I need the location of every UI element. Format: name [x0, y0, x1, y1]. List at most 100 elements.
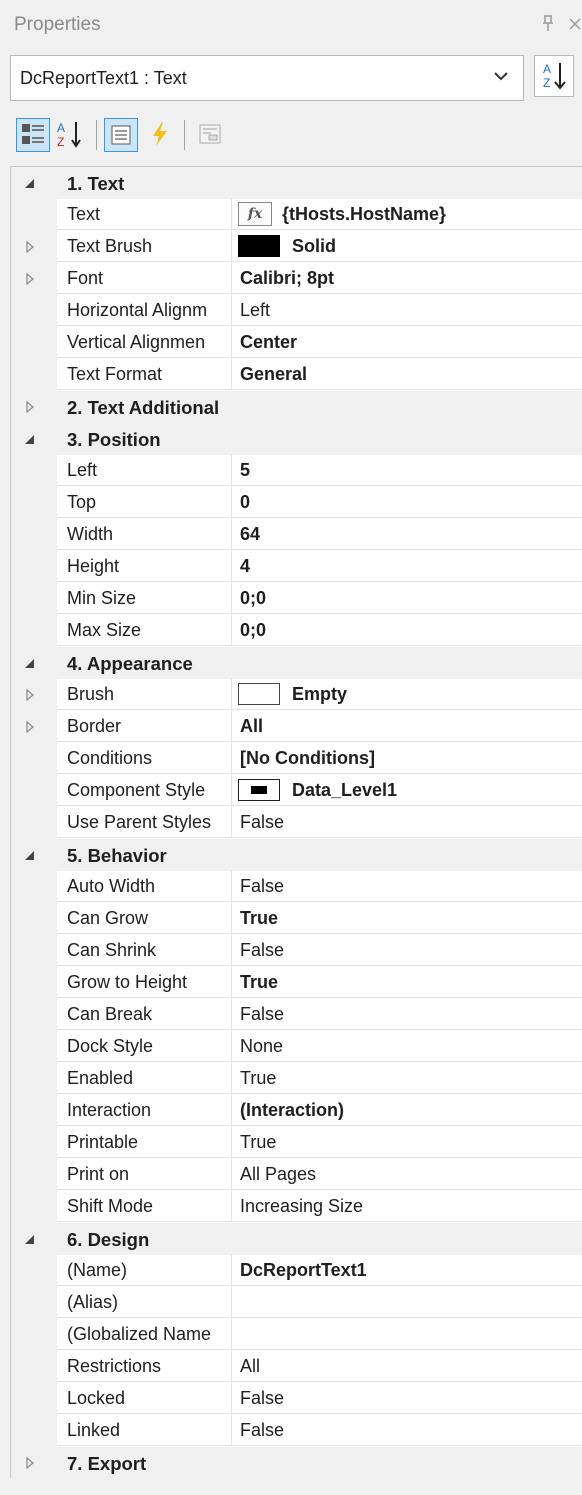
property-row[interactable]: Auto Width False	[11, 871, 582, 903]
object-selector[interactable]: DcReportText1 : Text	[10, 55, 524, 101]
category-row[interactable]: 4. Appearance	[11, 647, 582, 679]
expand-triangle-icon[interactable]	[21, 686, 39, 704]
property-value[interactable]: None	[232, 1031, 582, 1062]
property-value[interactable]: fx {tHosts.HostName}	[232, 199, 582, 230]
property-value[interactable]: False	[232, 999, 582, 1030]
property-row[interactable]: Border All	[11, 711, 582, 743]
alphabetical-button[interactable]: A Z	[54, 118, 88, 152]
property-row[interactable]: Height 4	[11, 551, 582, 583]
property-row[interactable]: Printable True	[11, 1127, 582, 1159]
property-row[interactable]: Use Parent Styles False	[11, 807, 582, 839]
property-value[interactable]: Left	[232, 295, 582, 326]
property-value[interactable]: All	[232, 711, 582, 742]
property-row[interactable]: Brush Empty	[11, 679, 582, 711]
property-value[interactable]: False	[232, 935, 582, 966]
category-row[interactable]: 2. Text Additional	[11, 391, 582, 423]
property-row[interactable]: Left 5	[11, 455, 582, 487]
property-row[interactable]: Text fx {tHosts.HostName}	[11, 199, 582, 231]
property-value[interactable]: True	[232, 967, 582, 998]
collapse-triangle-icon[interactable]	[21, 1230, 39, 1248]
property-row[interactable]: Can Shrink False	[11, 935, 582, 967]
property-pages-button[interactable]	[194, 118, 228, 152]
category-row[interactable]: 3. Position	[11, 423, 582, 455]
property-row[interactable]: Vertical Alignmen Center	[11, 327, 582, 359]
property-row[interactable]: Text Brush Solid	[11, 231, 582, 263]
property-row[interactable]: Shift Mode Increasing Size	[11, 1191, 582, 1223]
property-row[interactable]: Min Size 0;0	[11, 583, 582, 615]
category-row[interactable]: 1. Text	[11, 167, 582, 199]
property-value[interactable]	[232, 1287, 582, 1318]
property-value[interactable]: Empty	[232, 679, 582, 710]
property-row[interactable]: Enabled True	[11, 1063, 582, 1095]
expand-triangle-icon[interactable]	[21, 270, 39, 288]
property-row[interactable]: Can Grow True	[11, 903, 582, 935]
collapse-triangle-icon[interactable]	[21, 846, 39, 864]
property-value[interactable]: Increasing Size	[232, 1191, 582, 1222]
events-button[interactable]	[144, 118, 178, 152]
property-value[interactable]: DcReportText1	[232, 1255, 582, 1286]
property-name: Dock Style	[57, 1031, 232, 1062]
expression-icon[interactable]: fx	[238, 202, 272, 226]
property-row[interactable]: Text Format General	[11, 359, 582, 391]
property-row[interactable]: (Name) DcReportText1	[11, 1255, 582, 1287]
property-row[interactable]: Dock Style None	[11, 1031, 582, 1063]
property-value[interactable]: 4	[232, 551, 582, 582]
property-value[interactable]: 0;0	[232, 615, 582, 646]
categorized-button[interactable]	[16, 118, 50, 152]
sort-button[interactable]: A Z	[534, 55, 574, 97]
property-value[interactable]: 0	[232, 487, 582, 518]
property-value[interactable]: 64	[232, 519, 582, 550]
property-row[interactable]: Conditions [No Conditions]	[11, 743, 582, 775]
property-row[interactable]: Linked False	[11, 1415, 582, 1447]
properties-button[interactable]	[104, 118, 138, 152]
property-row[interactable]: Font Calibri; 8pt	[11, 263, 582, 295]
property-value[interactable]: General	[232, 359, 582, 390]
property-value[interactable]: All Pages	[232, 1159, 582, 1190]
property-value[interactable]: True	[232, 1127, 582, 1158]
property-value-text: None	[240, 1036, 284, 1056]
property-row[interactable]: Top 0	[11, 487, 582, 519]
property-row[interactable]: Locked False	[11, 1383, 582, 1415]
expand-triangle-icon[interactable]	[21, 398, 39, 416]
collapse-triangle-icon[interactable]	[21, 430, 39, 448]
property-value[interactable]: False	[232, 1415, 582, 1446]
property-row[interactable]: Print on All Pages	[11, 1159, 582, 1191]
property-value[interactable]: [No Conditions]	[232, 743, 582, 774]
property-row[interactable]: Component Style Data_Level1	[11, 775, 582, 807]
property-value[interactable]: Center	[232, 327, 582, 358]
collapse-triangle-icon[interactable]	[21, 654, 39, 672]
property-value[interactable]	[232, 1319, 582, 1350]
expand-triangle-icon[interactable]	[21, 1454, 39, 1472]
expand-triangle-icon[interactable]	[21, 718, 39, 736]
property-name: Auto Width	[57, 871, 232, 902]
property-value[interactable]: False	[232, 1383, 582, 1414]
property-value[interactable]: False	[232, 807, 582, 838]
property-value[interactable]: 0;0	[232, 583, 582, 614]
property-value[interactable]: True	[232, 903, 582, 934]
property-value[interactable]: False	[232, 871, 582, 902]
collapse-triangle-icon[interactable]	[21, 174, 39, 192]
expand-triangle-icon[interactable]	[21, 238, 39, 256]
category-row[interactable]: 5. Behavior	[11, 839, 582, 871]
pin-icon[interactable]	[540, 14, 556, 37]
property-row[interactable]: (Alias)	[11, 1287, 582, 1319]
property-row[interactable]: (Globalized Name	[11, 1319, 582, 1351]
property-value[interactable]: (Interaction)	[232, 1095, 582, 1126]
category-row[interactable]: 7. Export	[11, 1447, 582, 1479]
property-row[interactable]: Max Size 0;0	[11, 615, 582, 647]
property-value[interactable]: 5	[232, 455, 582, 486]
property-value[interactable]: Data_Level1	[232, 775, 582, 806]
category-row[interactable]: 6. Design	[11, 1223, 582, 1255]
property-value[interactable]: All	[232, 1351, 582, 1382]
property-value[interactable]: Solid	[232, 231, 582, 262]
property-row[interactable]: Width 64	[11, 519, 582, 551]
property-value[interactable]: Calibri; 8pt	[232, 263, 582, 294]
close-icon[interactable]	[568, 14, 582, 37]
property-row[interactable]: Restrictions All	[11, 1351, 582, 1383]
category-label: 5. Behavior	[67, 845, 167, 866]
property-row[interactable]: Can Break False	[11, 999, 582, 1031]
property-row[interactable]: Horizontal Alignm Left	[11, 295, 582, 327]
property-row[interactable]: Grow to Height True	[11, 967, 582, 999]
property-row[interactable]: Interaction (Interaction)	[11, 1095, 582, 1127]
property-value[interactable]: True	[232, 1063, 582, 1094]
